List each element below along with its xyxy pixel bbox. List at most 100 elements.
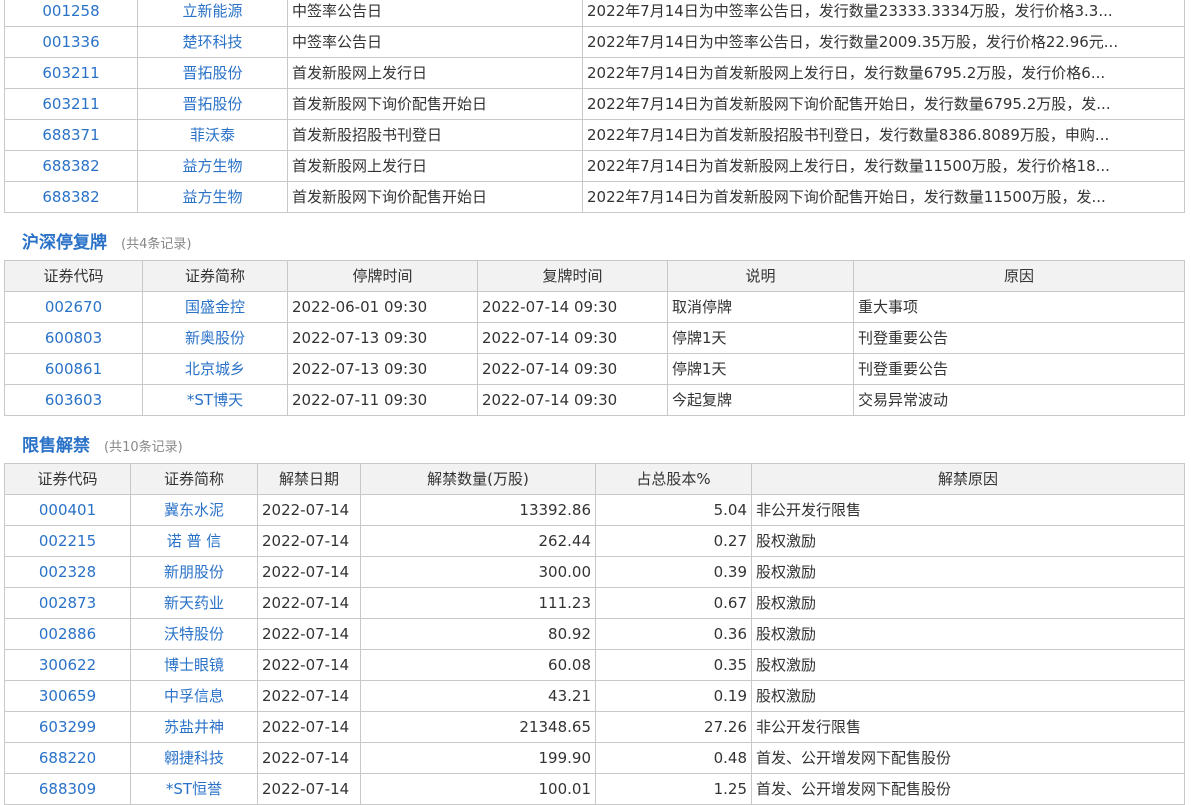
unlock-date: 2022-07-14 bbox=[257, 494, 361, 526]
unlock-reason: 非公开发行限售 bbox=[751, 711, 1185, 743]
col-header-code: 证券代码 bbox=[4, 260, 143, 292]
stock-code-link[interactable]: 603299 bbox=[4, 711, 131, 743]
stock-code-link[interactable]: 002215 bbox=[4, 525, 131, 557]
stock-code-link[interactable]: 001336 bbox=[4, 26, 138, 58]
col-header-reason: 原因 bbox=[853, 260, 1185, 292]
stock-name-link[interactable]: 立新能源 bbox=[137, 0, 288, 27]
stock-code-link[interactable]: 688382 bbox=[4, 181, 138, 213]
unlock-qty: 80.92 bbox=[360, 618, 596, 650]
stock-name-link[interactable]: 国盛金控 bbox=[142, 291, 288, 323]
unlock-qty: 13392.86 bbox=[360, 494, 596, 526]
stock-name-link[interactable]: 北京城乡 bbox=[142, 353, 288, 385]
unlock-date: 2022-07-14 bbox=[257, 525, 361, 557]
stock-name-link[interactable]: 新奥股份 bbox=[142, 322, 288, 354]
stock-name-link[interactable]: 楚环科技 bbox=[137, 26, 288, 58]
unlock-date: 2022-07-14 bbox=[257, 711, 361, 743]
stock-code-link[interactable]: 603211 bbox=[4, 57, 138, 89]
stock-name-link[interactable]: 诺 普 信 bbox=[130, 525, 258, 557]
unlock-date: 2022-07-14 bbox=[257, 649, 361, 681]
unlock-qty: 262.44 bbox=[360, 525, 596, 557]
col-header-stop-time: 停牌时间 bbox=[287, 260, 478, 292]
unlock-qty: 199.90 bbox=[360, 742, 596, 774]
unlock-date: 2022-07-14 bbox=[257, 618, 361, 650]
col-header-pct: 占总股本% bbox=[595, 463, 752, 495]
stop-time: 2022-06-01 09:30 bbox=[287, 291, 478, 323]
event-description: 2022年7月14日为首发新股网上发行日，发行数量11500万股，发行价格18.… bbox=[582, 150, 1185, 182]
table-row: 603211 晋拓股份 首发新股网上发行日 2022年7月14日为首发新股网上发… bbox=[4, 57, 1185, 89]
stock-name-link[interactable]: 新朋股份 bbox=[130, 556, 258, 588]
stock-name-link[interactable]: *ST恒誉 bbox=[130, 773, 258, 805]
stock-name-link[interactable]: 沃特股份 bbox=[130, 618, 258, 650]
unlock-qty: 111.23 bbox=[360, 587, 596, 619]
stock-name-link[interactable]: 晋拓股份 bbox=[137, 88, 288, 120]
note: 取消停牌 bbox=[667, 291, 854, 323]
unlock-reason: 首发、公开增发网下配售股份 bbox=[751, 742, 1185, 774]
table-header-row: 证券代码 证券简称 停牌时间 复牌时间 说明 原因 bbox=[4, 260, 1185, 292]
note: 今起复牌 bbox=[667, 384, 854, 416]
stock-name-link[interactable]: 冀东水泥 bbox=[130, 494, 258, 526]
note: 停牌1天 bbox=[667, 353, 854, 385]
stock-code-link[interactable]: 603211 bbox=[4, 88, 138, 120]
unlock-pct: 5.04 bbox=[595, 494, 752, 526]
event-type: 首发新股网下询价配售开始日 bbox=[287, 181, 583, 213]
stock-name-link[interactable]: 新天药业 bbox=[130, 587, 258, 619]
event-description: 2022年7月14日为首发新股招股书刊登日，发行数量8386.8089万股，申购… bbox=[582, 119, 1185, 151]
table-header-row: 证券代码 证券简称 解禁日期 解禁数量(万股) 占总股本% 解禁原因 bbox=[4, 463, 1185, 495]
stock-name-link[interactable]: 苏盐井神 bbox=[130, 711, 258, 743]
stock-code-link[interactable]: 002670 bbox=[4, 291, 143, 323]
stock-code-link[interactable]: 688382 bbox=[4, 150, 138, 182]
table-row: 300659 中孚信息 2022-07-14 43.21 0.19 股权激励 bbox=[4, 680, 1185, 712]
stock-name-link[interactable]: 博士眼镜 bbox=[130, 649, 258, 681]
stock-code-link[interactable]: 603603 bbox=[4, 384, 143, 416]
unlock-reason: 股权激励 bbox=[751, 618, 1185, 650]
unlock-pct: 0.35 bbox=[595, 649, 752, 681]
table-row: 603299 苏盐井神 2022-07-14 21348.65 27.26 非公… bbox=[4, 711, 1185, 743]
stop-time: 2022-07-13 09:30 bbox=[287, 322, 478, 354]
event-description: 2022年7月14日为首发新股网下询价配售开始日，发行数量11500万股，发..… bbox=[582, 181, 1185, 213]
resume-time: 2022-07-14 09:30 bbox=[477, 353, 668, 385]
event-type: 首发新股招股书刊登日 bbox=[287, 119, 583, 151]
stock-code-link[interactable]: 001258 bbox=[4, 0, 138, 27]
table-row: 300622 博士眼镜 2022-07-14 60.08 0.35 股权激励 bbox=[4, 649, 1185, 681]
table-row: 600803 新奥股份 2022-07-13 09:30 2022-07-14 … bbox=[4, 322, 1185, 354]
unlock-reason: 非公开发行限售 bbox=[751, 494, 1185, 526]
stock-code-link[interactable]: 002886 bbox=[4, 618, 131, 650]
stock-name-link[interactable]: 翱捷科技 bbox=[130, 742, 258, 774]
stock-code-link[interactable]: 600803 bbox=[4, 322, 143, 354]
resume-time: 2022-07-14 09:30 bbox=[477, 384, 668, 416]
stock-code-link[interactable]: 688371 bbox=[4, 119, 138, 151]
event-type: 中签率公告日 bbox=[287, 0, 583, 27]
stock-name-link[interactable]: 益方生物 bbox=[137, 150, 288, 182]
unlock-pct: 0.36 bbox=[595, 618, 752, 650]
stock-name-link[interactable]: *ST博天 bbox=[142, 384, 288, 416]
unlock-reason: 股权激励 bbox=[751, 649, 1185, 681]
stock-code-link[interactable]: 002873 bbox=[4, 587, 131, 619]
stock-code-link[interactable]: 688309 bbox=[4, 773, 131, 805]
reason: 交易异常波动 bbox=[853, 384, 1185, 416]
stock-name-link[interactable]: 菲沃泰 bbox=[137, 119, 288, 151]
stock-code-link[interactable]: 600861 bbox=[4, 353, 143, 385]
reason: 重大事项 bbox=[853, 291, 1185, 323]
ipo-events-body: 001258 立新能源 中签率公告日 2022年7月14日为中签率公告日，发行数… bbox=[4, 0, 1185, 213]
stock-code-link[interactable]: 002328 bbox=[4, 556, 131, 588]
stock-code-link[interactable]: 688220 bbox=[4, 742, 131, 774]
table-row: 002215 诺 普 信 2022-07-14 262.44 0.27 股权激励 bbox=[4, 525, 1185, 557]
unlock-section-header: 限售解禁 (共10条记录) bbox=[22, 431, 183, 456]
table-row: 688371 菲沃泰 首发新股招股书刊登日 2022年7月14日为首发新股招股书… bbox=[4, 119, 1185, 151]
resume-time: 2022-07-14 09:30 bbox=[477, 291, 668, 323]
unlock-pct: 0.19 bbox=[595, 680, 752, 712]
unlock-pct: 0.39 bbox=[595, 556, 752, 588]
stock-name-link[interactable]: 中孚信息 bbox=[130, 680, 258, 712]
event-description: 2022年7月14日为首发新股网上发行日，发行数量6795.2万股，发行价格6.… bbox=[582, 57, 1185, 89]
stock-name-link[interactable]: 益方生物 bbox=[137, 181, 288, 213]
reason: 刊登重要公告 bbox=[853, 322, 1185, 354]
stock-code-link[interactable]: 300659 bbox=[4, 680, 131, 712]
unlock-reason: 股权激励 bbox=[751, 556, 1185, 588]
stock-name-link[interactable]: 晋拓股份 bbox=[137, 57, 288, 89]
stock-code-link[interactable]: 000401 bbox=[4, 494, 131, 526]
stock-code-link[interactable]: 300622 bbox=[4, 649, 131, 681]
col-header-note: 说明 bbox=[667, 260, 854, 292]
reason: 刊登重要公告 bbox=[853, 353, 1185, 385]
event-type: 首发新股网下询价配售开始日 bbox=[287, 88, 583, 120]
table-row: 688382 益方生物 首发新股网上发行日 2022年7月14日为首发新股网上发… bbox=[4, 150, 1185, 182]
